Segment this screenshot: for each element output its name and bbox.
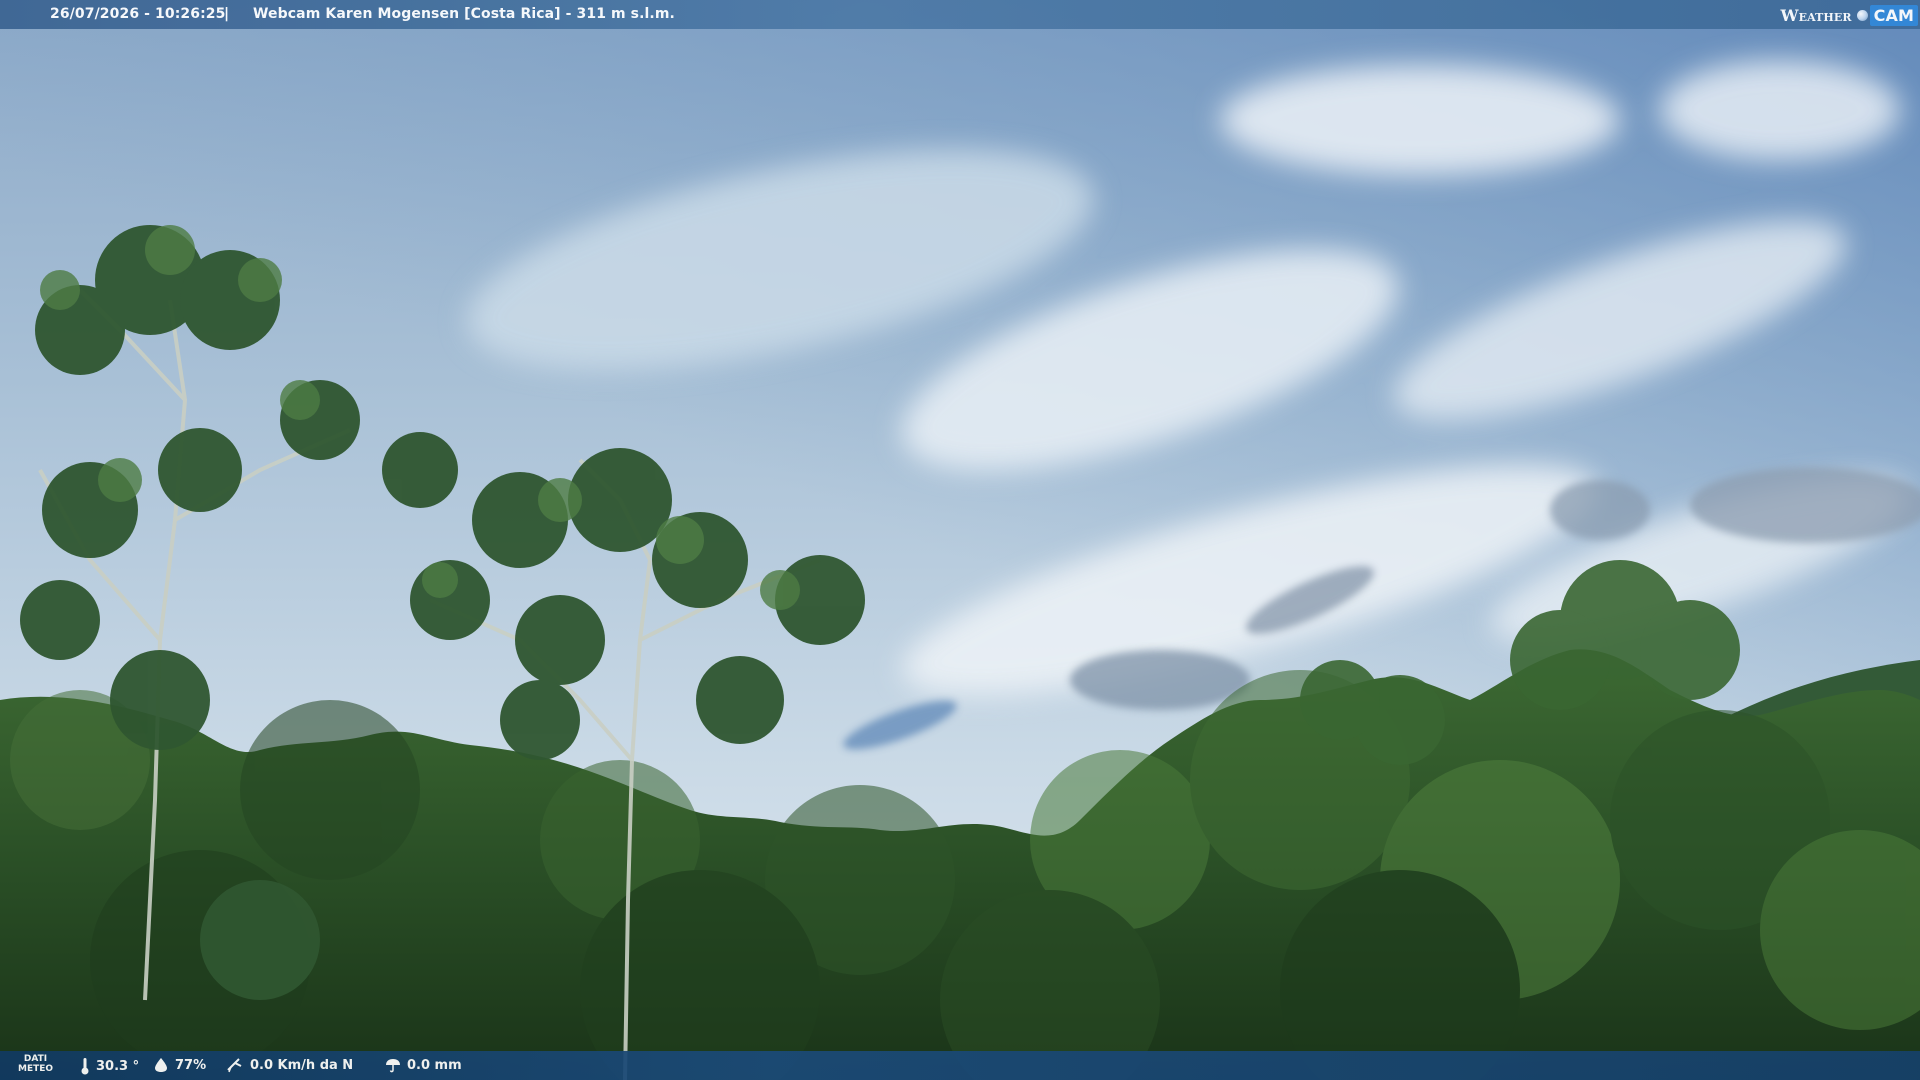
temperature-value: 30.3 ° — [96, 1058, 140, 1074]
logo-cam: CAM — [1869, 4, 1918, 26]
header-separator: | — [224, 6, 230, 22]
globe-icon — [1856, 9, 1868, 21]
wind-reading: 0.0 Km/h da N — [226, 1057, 353, 1073]
weathercam-logo: Weather CAM — [1781, 2, 1918, 28]
humidity-reading: 77% — [153, 1057, 206, 1073]
wind-icon — [227, 1058, 242, 1073]
weather-data-bar: DATI METEO 30.3 ° 77% 0.0 Km/h da N 0.0 … — [0, 1051, 1920, 1080]
humidity-value: 77% — [175, 1057, 207, 1073]
rain-value: 0.0 mm — [407, 1057, 462, 1073]
rain-umbrella-icon — [386, 1059, 400, 1073]
header-bar: 26/07/2026 - 10:26:25 | Webcam Karen Mog… — [0, 0, 1920, 29]
logo-word: Weather — [1780, 5, 1852, 25]
timestamp: 26/07/2026 - 10:26:25 — [50, 6, 226, 22]
temperature-reading: 30.3 ° — [80, 1057, 139, 1075]
webcam-title: Webcam Karen Mogensen [Costa Rica] - 311… — [253, 6, 675, 22]
wind-value: 0.0 Km/h da N — [250, 1057, 354, 1073]
humidity-drop-icon — [155, 1058, 167, 1072]
webcam-image — [0, 0, 1920, 1080]
thermometer-icon — [81, 1058, 89, 1075]
rain-reading: 0.0 mm — [385, 1057, 462, 1073]
weather-data-label: DATI METEO — [18, 1054, 54, 1074]
